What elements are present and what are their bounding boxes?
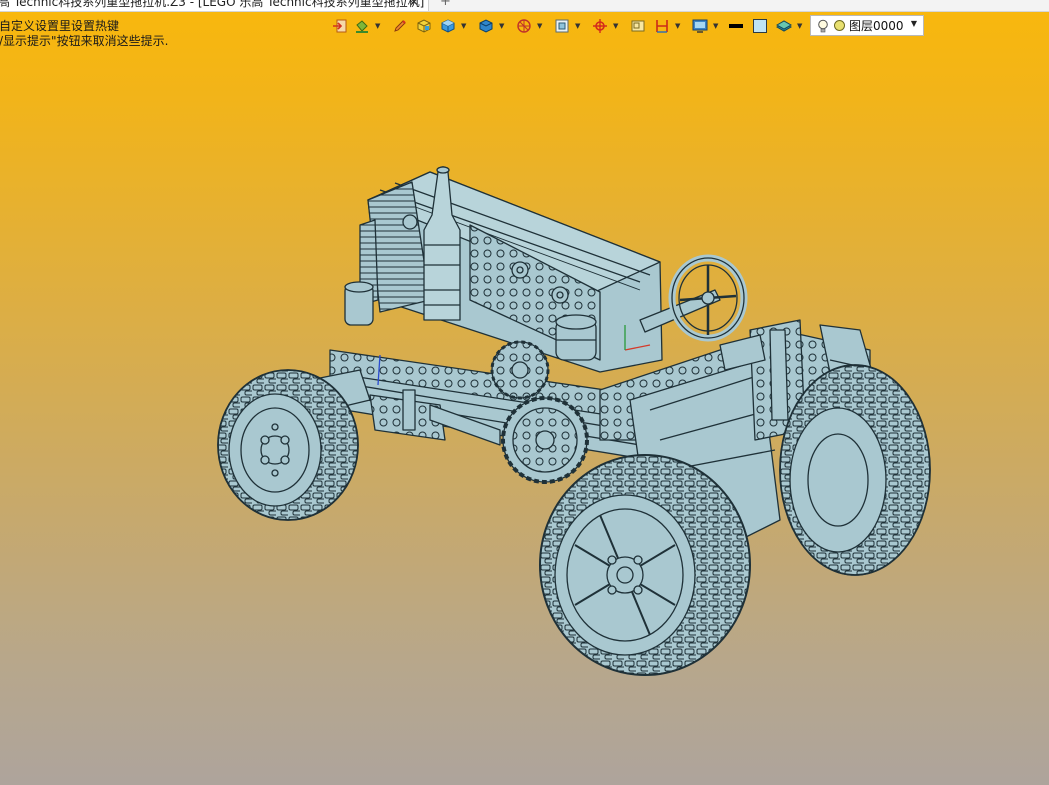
tractor-3d-model[interactable]: [0, 0, 1049, 785]
